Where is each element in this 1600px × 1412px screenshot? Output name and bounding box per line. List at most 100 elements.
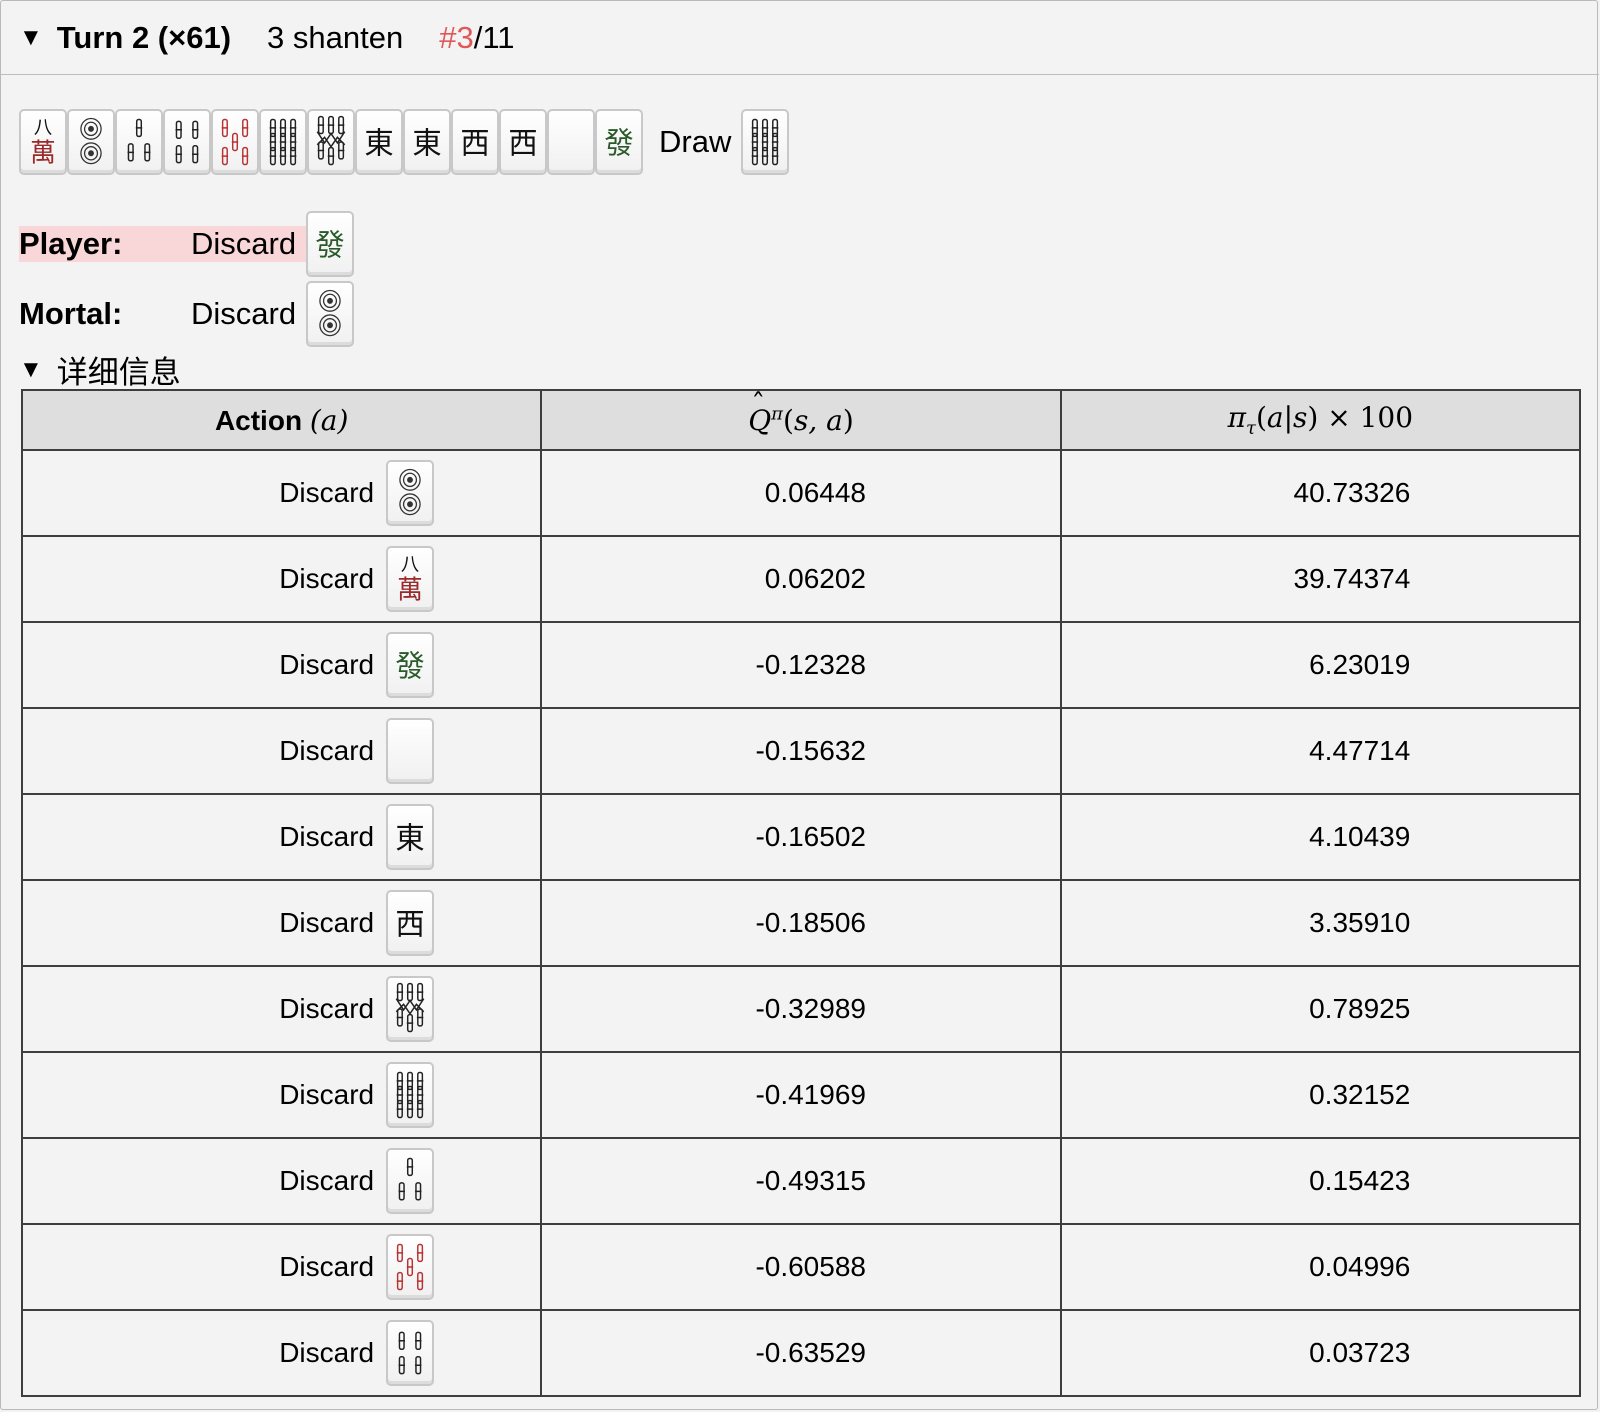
cell-action: Discard bbox=[20, 965, 543, 1053]
action-wrap: Discard 東 bbox=[23, 804, 540, 870]
hand-tile-2p bbox=[67, 109, 115, 175]
cell-q: -0.60588 bbox=[540, 1223, 1062, 1311]
svg-text:萬: 萬 bbox=[30, 138, 56, 168]
q-value: -0.41969 bbox=[755, 1079, 866, 1110]
col-action-label: Action bbox=[214, 404, 303, 436]
col-pi-label: πτ(a|s) × 100 bbox=[1227, 401, 1414, 439]
action-tile-east: 東 bbox=[386, 804, 435, 870]
disclosure-triangle-icon[interactable]: ▼ bbox=[19, 356, 43, 384]
table-row: Discard -0.32989 0.78925 bbox=[20, 965, 1582, 1053]
action-tile-4s bbox=[386, 1320, 435, 1386]
action-tile-green: 發 bbox=[386, 632, 435, 698]
table-header-row: Action (a) ˆ Qπ(s, a) πτ(a|s) × 100 bbox=[20, 387, 1582, 451]
q-value: -0.12328 bbox=[755, 649, 866, 680]
action-wrap: Discard bbox=[23, 976, 540, 1042]
hand-tile-east: 東 bbox=[403, 109, 451, 175]
cell-pi: 6.23019 bbox=[1059, 621, 1582, 709]
hand-tile-7s bbox=[307, 109, 355, 175]
shanten-count: 3 shanten bbox=[267, 19, 404, 55]
draw-label: Draw bbox=[659, 124, 732, 159]
action-label: Discard bbox=[279, 649, 375, 680]
pi-value: 3.35910 bbox=[1309, 907, 1411, 938]
q-value: -0.15632 bbox=[755, 735, 866, 766]
table-row: Discard -0.60588 0.04996 bbox=[20, 1223, 1582, 1311]
col-q: ˆ Qπ(s, a) bbox=[540, 387, 1062, 451]
hand-tile-4s bbox=[163, 109, 211, 175]
disclosure-triangle-icon[interactable]: ▼ bbox=[19, 24, 43, 52]
table-row: Discard -0.41969 0.32152 bbox=[20, 1051, 1582, 1139]
action-label: Discard bbox=[279, 1337, 375, 1368]
action-wrap: Discard 八 萬 bbox=[23, 546, 540, 612]
cell-action: Discard bbox=[20, 1137, 543, 1225]
cell-q: -0.12328 bbox=[540, 621, 1062, 709]
cell-q: -0.32989 bbox=[540, 965, 1062, 1053]
q-value: -0.32989 bbox=[755, 993, 866, 1024]
q-args-close: ) bbox=[842, 403, 854, 437]
q-symbol: ˆQ bbox=[748, 388, 771, 437]
pi-value: 40.73326 bbox=[1293, 477, 1411, 508]
cell-pi: 0.04996 bbox=[1059, 1223, 1582, 1311]
action-tile-7s bbox=[386, 976, 435, 1042]
mortal-label: Mortal: bbox=[19, 296, 123, 331]
pi-value: 0.78925 bbox=[1309, 993, 1411, 1024]
col-q-label: ˆ Qπ(s, a) bbox=[748, 387, 854, 437]
svg-text:萬: 萬 bbox=[397, 575, 423, 605]
q-value: -0.49315 bbox=[755, 1165, 866, 1196]
pi-value: 6.23019 bbox=[1309, 649, 1411, 680]
cell-action: Discard 八 萬 bbox=[20, 535, 543, 623]
mortal-decision: Mortal: Discard bbox=[19, 281, 355, 347]
q-hat: ˆ bbox=[751, 387, 766, 421]
action-label: Discard bbox=[279, 477, 375, 508]
q-value: 0.06202 bbox=[764, 563, 866, 594]
rank: #3/11 bbox=[439, 20, 514, 56]
action-tile-white bbox=[386, 718, 435, 784]
q-value: 0.06448 bbox=[764, 477, 866, 508]
turn-title: Turn 2 (×61) bbox=[56, 19, 232, 55]
draw-tile bbox=[741, 109, 790, 175]
cell-action: Discard bbox=[20, 449, 543, 537]
action-label: Discard bbox=[279, 993, 375, 1024]
hand-tile-5s-red bbox=[211, 109, 259, 175]
cell-q: -0.16502 bbox=[540, 793, 1062, 881]
action-wrap: Discard bbox=[23, 1062, 540, 1128]
hand-tile-west: 西 bbox=[499, 109, 547, 175]
hand-tile-3s bbox=[115, 109, 163, 175]
q-value: -0.60588 bbox=[755, 1251, 866, 1282]
action-label: Discard bbox=[279, 1079, 375, 1110]
svg-text:東: 東 bbox=[395, 821, 424, 856]
action-label: Discard bbox=[279, 1251, 375, 1282]
pi-value: 4.10439 bbox=[1309, 821, 1411, 852]
pi-value: 4.47714 bbox=[1309, 735, 1411, 766]
action-label: Discard bbox=[279, 735, 375, 766]
cell-q: -0.18506 bbox=[540, 879, 1062, 967]
svg-text:西: 西 bbox=[460, 126, 489, 161]
action-tile-9s bbox=[386, 1062, 435, 1128]
action-tile-2p bbox=[386, 460, 435, 526]
pi-value: 0.15423 bbox=[1309, 1165, 1411, 1196]
cell-pi: 4.10439 bbox=[1059, 793, 1582, 881]
cell-pi: 39.74374 bbox=[1059, 535, 1582, 623]
svg-text:西: 西 bbox=[395, 907, 424, 942]
cell-action: Discard 發 bbox=[20, 621, 543, 709]
details-summary[interactable]: ▼ 详细信息 bbox=[19, 347, 181, 392]
action-wrap: Discard bbox=[23, 460, 540, 526]
hand-tile-west: 西 bbox=[451, 109, 499, 175]
table-row: Discard -0.15632 4.47714 bbox=[20, 707, 1582, 795]
turn-summary[interactable]: ▼ Turn 2 (×61) 3 shanten #3/11 bbox=[1, 1, 1599, 75]
cell-pi: 0.78925 bbox=[1059, 965, 1582, 1053]
hand-tile-8m: 八 萬 bbox=[19, 109, 67, 175]
pi-value: 0.03723 bbox=[1309, 1337, 1411, 1368]
svg-text:西: 西 bbox=[508, 126, 537, 161]
hand-tile-east: 東 bbox=[355, 109, 403, 175]
q-value: -0.18506 bbox=[755, 907, 866, 938]
hand-tiles: 八 萬 東 東 西 西 發 Draw bbox=[19, 109, 790, 175]
cell-action: Discard bbox=[20, 1309, 543, 1397]
table-body: Discard 0.06448 40.73326 Discard 八 萬 0.06202… bbox=[20, 449, 1582, 1397]
mortal-action: Discard bbox=[191, 296, 297, 331]
rank-current: #3 bbox=[439, 19, 474, 55]
action-label: Discard bbox=[279, 821, 375, 852]
action-wrap: Discard 西 bbox=[23, 890, 540, 956]
player-decision: Player: Discard 發 bbox=[19, 211, 355, 277]
action-wrap: Discard bbox=[23, 1148, 540, 1214]
cell-action: Discard 西 bbox=[20, 879, 543, 967]
